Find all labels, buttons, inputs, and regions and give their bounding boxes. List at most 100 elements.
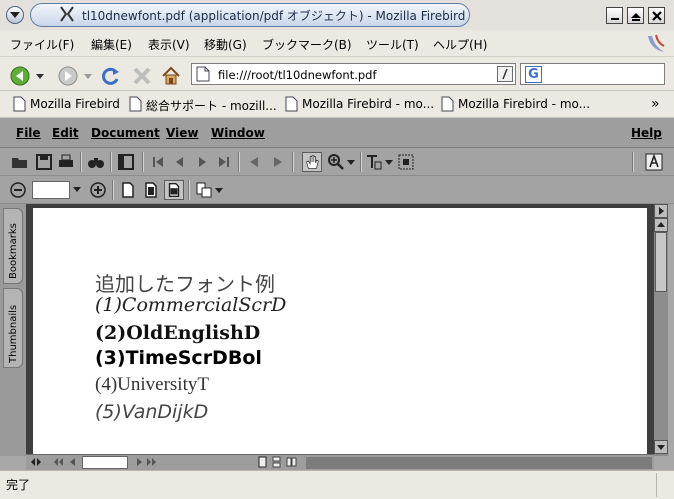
maximize-icon xyxy=(631,13,641,21)
menu-bookmarks[interactable]: ブックマーク(B) xyxy=(262,36,352,53)
open-folder-icon[interactable] xyxy=(10,152,30,172)
print-icon[interactable] xyxy=(56,152,76,172)
reader-menu-document[interactable]: Document xyxy=(91,126,160,140)
status-bar: 完了 xyxy=(0,470,674,499)
close-button[interactable] xyxy=(648,7,665,24)
menu-edit[interactable]: 編集(E) xyxy=(91,36,132,53)
tab-bookmarks-label: Bookmarks xyxy=(8,223,19,279)
rotate-view-icon[interactable] xyxy=(194,180,214,200)
horizontal-scrollbar[interactable] xyxy=(306,457,652,469)
menu-go[interactable]: 移動(G) xyxy=(204,36,247,53)
toolbar-separator xyxy=(292,152,294,172)
rotate-dropdown-icon[interactable] xyxy=(214,180,224,200)
zoom-dropdown-icon[interactable] xyxy=(72,186,82,194)
url-field[interactable]: file:///root/tl10dnewfont.pdf xyxy=(191,63,516,85)
toolbar-separator xyxy=(360,152,362,172)
scroll-up-button[interactable] xyxy=(654,218,668,232)
url-text[interactable]: file:///root/tl10dnewfont.pdf xyxy=(218,68,377,82)
vertical-scroll-thumb[interactable] xyxy=(655,232,667,292)
tab-thumbnails-label: Thumbnails xyxy=(8,304,19,363)
next-page-icon[interactable] xyxy=(192,152,212,172)
go-forward-view-icon[interactable] xyxy=(268,152,288,172)
menu-file[interactable]: ファイル(F) xyxy=(10,36,74,53)
bookmark-item[interactable]: Mozilla Firebird - mo... xyxy=(285,96,434,112)
window-title: tl10dnewfont.pdf (application/pdf オブジェクト… xyxy=(82,9,466,23)
menu-tools[interactable]: ツール(T) xyxy=(366,36,419,53)
document-line: (5)VanDijkD xyxy=(95,401,209,423)
menu-help[interactable]: ヘルプ(H) xyxy=(433,36,487,53)
stop-icon[interactable] xyxy=(132,66,152,86)
url-go-button[interactable] xyxy=(497,66,513,82)
bookmark-item[interactable]: 総合サポート - mozill... xyxy=(129,96,277,114)
bookmarks-toolbar: Mozilla Firebird 総合サポート - mozill... Mozi… xyxy=(0,90,674,118)
graphics-select-tool-icon[interactable] xyxy=(396,152,416,172)
bookmark-item[interactable]: Mozilla Firebird - mo... xyxy=(441,96,591,112)
actual-size-icon[interactable] xyxy=(118,180,138,200)
continuous-layout-icon[interactable] xyxy=(272,456,282,468)
text-tool-dropdown-icon[interactable] xyxy=(384,152,394,172)
facing-pages-layout-icon[interactable] xyxy=(286,456,298,468)
minimize-button[interactable] xyxy=(606,7,623,24)
vertical-scrollbar[interactable] xyxy=(654,204,668,456)
hand-tool-icon[interactable] xyxy=(302,152,322,172)
forward-arrow-icon[interactable] xyxy=(58,66,78,86)
first-page-icon[interactable] xyxy=(148,152,168,172)
back-arrow-icon[interactable] xyxy=(10,66,30,86)
save-disk-icon[interactable] xyxy=(34,152,54,172)
zoom-tool-dropdown-icon[interactable] xyxy=(346,152,356,172)
single-page-layout-icon[interactable] xyxy=(258,456,268,468)
home-icon[interactable] xyxy=(161,66,181,86)
text-select-tool-icon[interactable] xyxy=(364,152,384,172)
tab-bookmarks[interactable]: Bookmarks xyxy=(3,208,23,284)
zoom-out-icon[interactable] xyxy=(8,180,28,200)
tab-thumbnails[interactable]: Thumbnails xyxy=(3,288,23,368)
navigation-toolbar: file:///root/tl10dnewfont.pdf G xyxy=(0,56,674,90)
menu-bar: ファイル(F) 編集(E) 表示(V) 移動(G) ブックマーク(B) ツール(… xyxy=(0,30,674,56)
zoom-level-field[interactable] xyxy=(32,181,70,199)
page-number-field[interactable] xyxy=(82,456,128,469)
first-page-small-icon[interactable] xyxy=(52,456,64,468)
reader-menu-window[interactable]: Window xyxy=(211,126,265,140)
reload-icon[interactable] xyxy=(101,66,121,86)
menu-view[interactable]: 表示(V) xyxy=(148,36,190,53)
toolbar-separator xyxy=(110,152,112,172)
maximize-button[interactable] xyxy=(627,7,644,24)
scroll-down-button[interactable] xyxy=(654,440,668,454)
search-field[interactable]: G xyxy=(520,63,665,85)
bookmark-item[interactable]: Mozilla Firebird xyxy=(13,96,120,112)
page-icon xyxy=(13,96,26,112)
next-page-small-icon[interactable] xyxy=(134,456,144,468)
firebird-throbber-icon xyxy=(648,34,665,52)
zoom-in-tool-icon[interactable] xyxy=(326,152,346,172)
previous-page-small-icon[interactable] xyxy=(68,456,78,468)
bookmarks-overflow-chevron[interactable]: » xyxy=(651,96,660,112)
pdf-page: 追加したフォント例 (1)CommercialScrD (2)OldEnglis… xyxy=(33,208,647,454)
scroll-right-button[interactable] xyxy=(654,204,668,218)
toolbar-separator xyxy=(188,180,190,200)
toolbar-separator xyxy=(112,180,114,200)
fit-width-icon[interactable] xyxy=(164,180,184,200)
last-page-icon[interactable] xyxy=(214,152,234,172)
reader-menu-edit[interactable]: Edit xyxy=(52,126,79,140)
last-page-small-icon[interactable] xyxy=(146,456,158,468)
toolbar-separator xyxy=(142,152,144,172)
find-binoculars-icon[interactable] xyxy=(86,152,106,172)
toolbar-separator xyxy=(632,152,634,172)
window-menu-button[interactable] xyxy=(6,6,24,24)
previous-page-icon[interactable] xyxy=(170,152,190,172)
document-line: (3)TimeScrDBol xyxy=(95,347,262,369)
document-heading: 追加したフォント例 xyxy=(95,272,275,296)
go-back-view-icon[interactable] xyxy=(244,152,264,172)
fit-page-icon[interactable] xyxy=(141,180,161,200)
forward-dropdown-icon[interactable] xyxy=(83,66,93,86)
reader-menu-file[interactable]: File xyxy=(16,126,41,140)
reader-menu-help[interactable]: Help xyxy=(631,126,662,140)
split-toggle-icon[interactable] xyxy=(30,457,42,467)
back-dropdown-icon[interactable] xyxy=(35,66,45,86)
zoom-in-icon[interactable] xyxy=(88,180,108,200)
google-search-icon[interactable]: G xyxy=(525,66,542,83)
show-navigation-pane-icon[interactable] xyxy=(116,152,136,172)
navigation-tabs: Bookmarks Thumbnails xyxy=(0,204,26,456)
reader-menu-view[interactable]: View xyxy=(166,126,198,140)
bookmark-label: Mozilla Firebird - mo... xyxy=(458,97,591,111)
